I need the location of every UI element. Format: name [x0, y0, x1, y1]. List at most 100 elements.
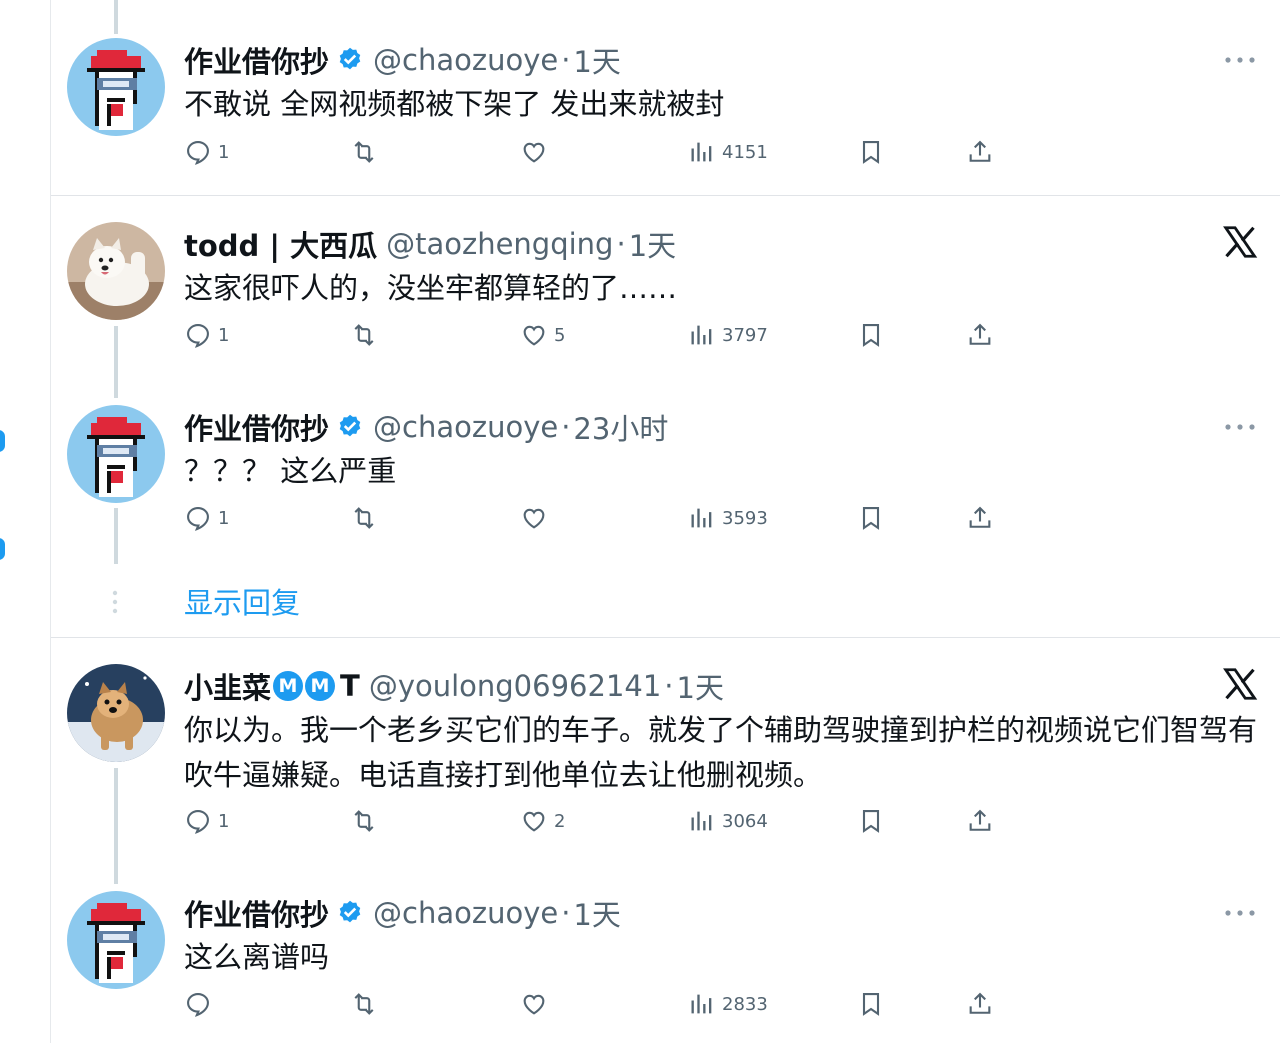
avatar[interactable]	[67, 405, 165, 503]
separator: ·	[561, 896, 571, 930]
view-count: 2833	[722, 993, 768, 1015]
x-logo-icon[interactable]	[1222, 666, 1258, 702]
tweet-text: ？？？ 这么严重	[184, 454, 397, 488]
retweet-button[interactable]	[350, 318, 384, 352]
share-icon	[969, 809, 991, 831]
tweet-header: 作业借你抄 @chaozuoye · 23小时	[184, 405, 1220, 449]
share-icon	[969, 140, 991, 162]
like-button[interactable]: 2	[520, 804, 565, 838]
view-count: 3797	[722, 324, 768, 346]
name-suffix: T	[340, 669, 360, 703]
reply-icon	[187, 141, 209, 165]
bookmark-icon	[862, 810, 880, 833]
timestamp[interactable]: 1天	[629, 223, 676, 265]
action-bar: 1 4151	[184, 135, 1280, 169]
display-name[interactable]: 作业借你抄	[184, 892, 329, 934]
tweet[interactable]: todd | 大西瓜 @taozhengqing · 1天 这家很吓人的，没坐牢…	[51, 222, 1280, 362]
display-name[interactable]: 作业借你抄	[184, 406, 329, 448]
tweet-header: 作业借你抄 @chaozuoye · 1天	[184, 891, 1220, 935]
share-button[interactable]	[966, 501, 994, 535]
thread-line	[114, 0, 118, 34]
action-bar: 1 5 3797	[184, 318, 1280, 352]
view-count: 3064	[722, 810, 768, 832]
tweet[interactable]: 小韭菜 M M T @youlong06962141 · 1天 你以为。我一个老…	[51, 664, 1280, 844]
share-icon	[969, 506, 991, 528]
share-icon	[969, 992, 991, 1014]
retweet-button[interactable]	[350, 501, 384, 535]
dog-running-avatar-icon	[67, 664, 165, 762]
views-button[interactable]: 2833	[688, 987, 768, 1021]
handle[interactable]: @taozhengqing	[386, 227, 613, 261]
tweet[interactable]: 作业借你抄 @chaozuoye · 1天 这么离谱吗 2833	[51, 891, 1280, 1031]
more-icon[interactable]	[1220, 903, 1260, 923]
action-bar: 1 2 3064	[184, 804, 1280, 838]
like-button[interactable]	[520, 501, 554, 535]
reply-button[interactable]: 1	[184, 318, 229, 352]
retweet-icon	[354, 507, 374, 529]
reply-button[interactable]: 1	[184, 135, 229, 169]
retweet-button[interactable]	[350, 804, 384, 838]
timestamp[interactable]: 23小时	[573, 406, 668, 448]
share-button[interactable]	[966, 318, 994, 352]
bookmark-icon	[862, 324, 880, 347]
tweet[interactable]: 作业借你抄 @chaozuoye · 1天 不敢说 全网视频都被下架了 发出来就…	[51, 38, 1280, 178]
handle[interactable]: @chaozuoye	[373, 43, 558, 77]
reply-button[interactable]: 1	[184, 804, 229, 838]
like-count: 5	[554, 324, 566, 346]
pixel-punk-avatar-icon	[67, 38, 165, 136]
avatar[interactable]	[67, 891, 165, 989]
views-button[interactable]: 4151	[688, 135, 768, 169]
reply-count: 1	[218, 507, 230, 529]
bookmark-button[interactable]	[857, 501, 885, 535]
bookmark-button[interactable]	[857, 987, 885, 1021]
more-icon[interactable]	[1220, 50, 1260, 70]
thread-dots-icon	[112, 590, 118, 614]
retweet-button[interactable]	[350, 987, 384, 1021]
display-name[interactable]: 作业借你抄	[184, 39, 329, 81]
action-bar: 2833	[184, 987, 1280, 1021]
avatar[interactable]	[67, 38, 165, 136]
handle[interactable]: @youlong06962141	[369, 669, 661, 703]
display-name[interactable]: todd | 大西瓜	[184, 223, 377, 265]
avatar[interactable]	[67, 222, 165, 320]
retweet-icon	[354, 993, 374, 1015]
divider	[51, 637, 1280, 638]
tweet[interactable]: 作业借你抄 @chaozuoye · 23小时 ？？？ 这么严重 1 3593	[51, 405, 1280, 545]
heart-icon	[523, 508, 545, 529]
timestamp[interactable]: 1天	[573, 39, 620, 81]
views-button[interactable]: 3797	[688, 318, 768, 352]
retweet-button[interactable]	[350, 135, 384, 169]
retweet-icon	[354, 141, 374, 163]
like-button[interactable]	[520, 135, 554, 169]
handle[interactable]: @chaozuoye	[373, 896, 558, 930]
separator: ·	[561, 43, 571, 77]
like-button[interactable]	[520, 987, 554, 1021]
bookmark-button[interactable]	[857, 135, 885, 169]
timestamp[interactable]: 1天	[573, 892, 620, 934]
display-name[interactable]: 小韭菜	[184, 665, 271, 707]
reply-icon	[187, 507, 209, 531]
reply-count: 1	[218, 141, 230, 163]
views-button[interactable]: 3064	[688, 804, 768, 838]
reply-count: 1	[218, 324, 230, 346]
more-icon[interactable]	[1220, 417, 1260, 437]
like-button[interactable]: 5	[520, 318, 565, 352]
bookmark-button[interactable]	[857, 804, 885, 838]
verified-badge-icon	[339, 900, 361, 923]
avatar[interactable]	[67, 664, 165, 762]
reply-button[interactable]	[184, 987, 218, 1021]
views-icon	[691, 142, 712, 162]
timestamp[interactable]: 1天	[677, 665, 724, 707]
share-button[interactable]	[966, 987, 994, 1021]
share-button[interactable]	[966, 135, 994, 169]
bookmark-button[interactable]	[857, 318, 885, 352]
handle[interactable]: @chaozuoye	[373, 410, 558, 444]
share-button[interactable]	[966, 804, 994, 838]
tweet-text: 这么离谱吗	[184, 940, 330, 974]
show-replies-link[interactable]: 显示回复	[184, 580, 300, 622]
reply-button[interactable]: 1	[184, 501, 229, 535]
divider	[51, 195, 1280, 196]
x-logo-icon[interactable]	[1222, 224, 1258, 260]
views-icon	[691, 325, 712, 345]
views-button[interactable]: 3593	[688, 501, 768, 535]
